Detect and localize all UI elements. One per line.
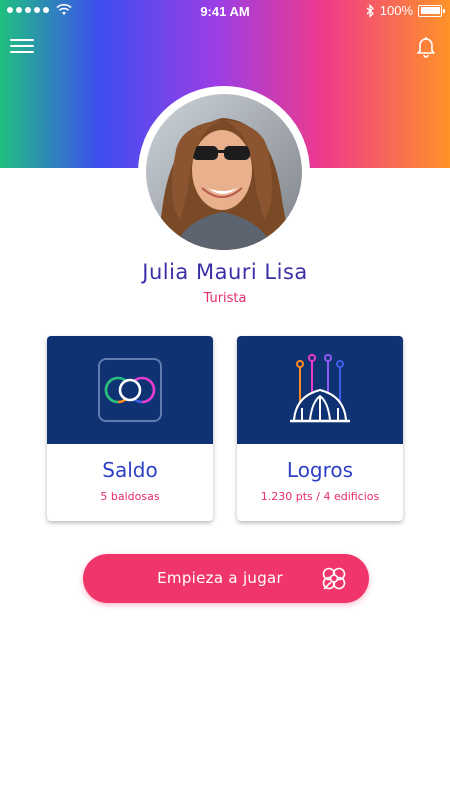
- battery-percent: 100%: [379, 3, 413, 18]
- saldo-subtitle: 5 baldosas: [100, 490, 160, 503]
- sagrada-familia-icon: [290, 354, 350, 423]
- battery-icon: [418, 4, 445, 17]
- start-playing-button[interactable]: Empieza a jugar: [83, 554, 369, 603]
- saldo-card[interactable]: Saldo 5 baldosas: [47, 336, 213, 521]
- profile-role: Turista: [203, 291, 247, 306]
- avatar[interactable]: [142, 90, 306, 254]
- logros-card-banner: [237, 336, 403, 444]
- tile-flower-icon: [98, 358, 162, 422]
- status-bar: 9:41 AM 100%: [0, 0, 450, 24]
- saldo-card-banner: [47, 336, 213, 444]
- profile-photo: [146, 94, 302, 250]
- start-playing-label: Empieza a jugar: [157, 569, 283, 587]
- logros-title: Logros: [286, 458, 354, 482]
- saldo-title: Saldo: [102, 458, 158, 482]
- hamburger-menu-icon: [10, 39, 34, 41]
- bluetooth-icon: [366, 3, 374, 18]
- tile-pattern-icon: [322, 567, 346, 590]
- bell-icon[interactable]: [414, 34, 438, 58]
- logros-subtitle: 1.230 pts / 4 edificios: [260, 490, 380, 503]
- logros-card[interactable]: Logros 1.230 pts / 4 edificios: [237, 336, 403, 521]
- menu-button[interactable]: [10, 36, 34, 56]
- profile-name: Julia Mauri Lisa: [142, 260, 308, 284]
